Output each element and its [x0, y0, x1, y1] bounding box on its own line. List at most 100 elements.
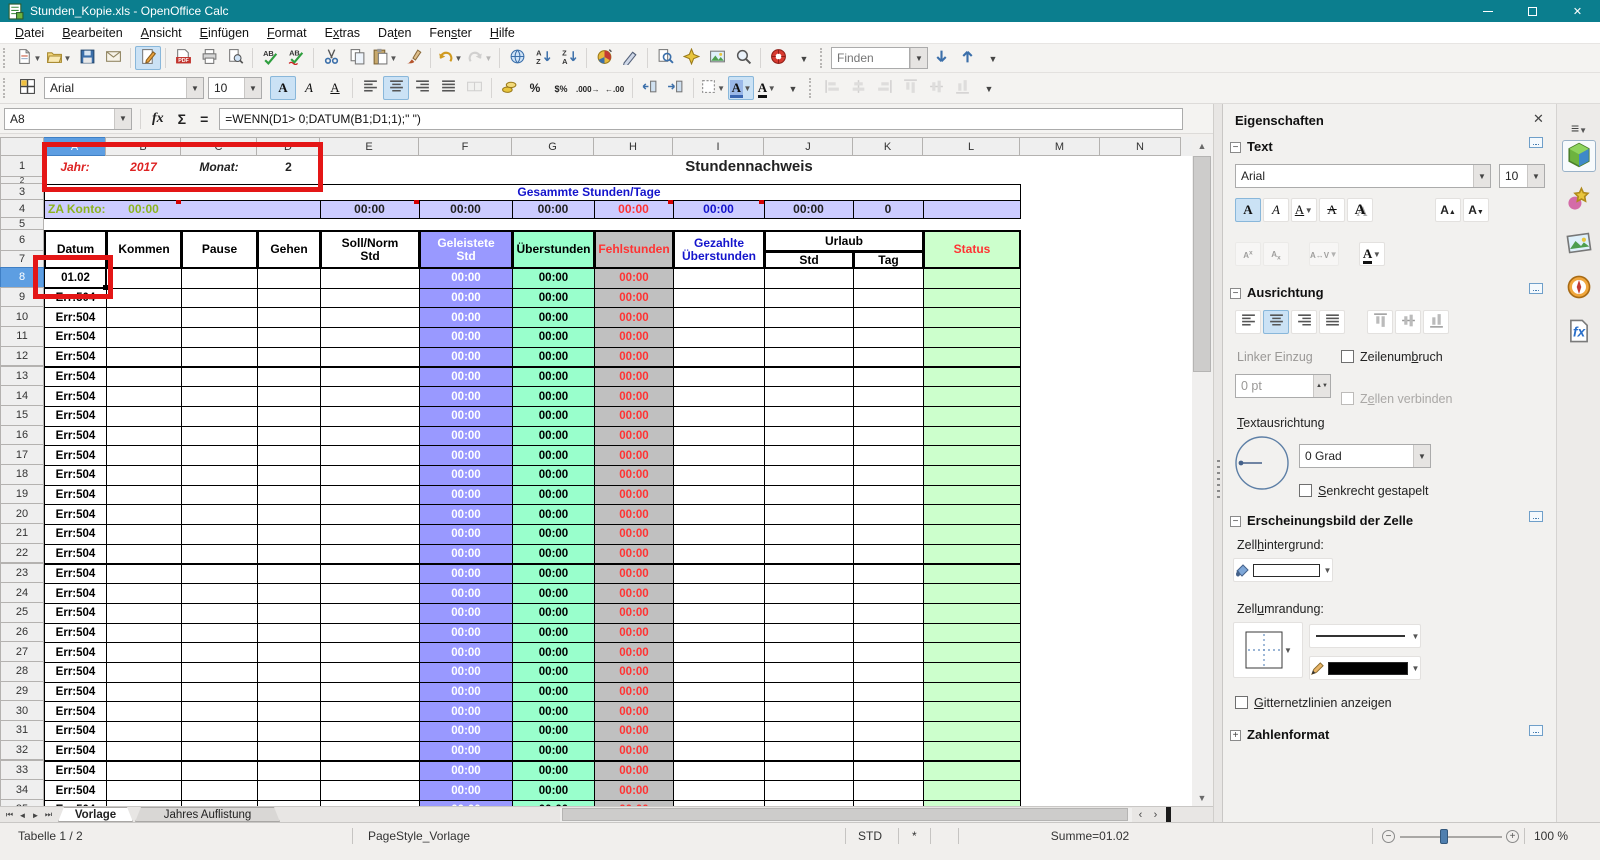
column-header-N[interactable]: N — [1099, 137, 1181, 156]
font-name-combo[interactable]: Arial ▼ — [44, 77, 204, 99]
sheet-cell[interactable] — [106, 760, 182, 782]
cell-G4[interactable]: 00:00 — [512, 200, 594, 218]
sheet-cell[interactable]: 00:00 — [419, 602, 513, 624]
sheet-cell[interactable] — [923, 504, 1021, 526]
sheet-cell[interactable] — [853, 760, 924, 782]
sheet-cell[interactable] — [923, 386, 1021, 407]
sheet-cell[interactable]: 00:00 — [512, 445, 595, 466]
sheet-cell[interactable] — [181, 602, 258, 624]
sheet-cell[interactable] — [764, 445, 854, 466]
sheet-cell[interactable] — [764, 524, 854, 545]
sheet-cell[interactable] — [673, 327, 765, 348]
cell-I4[interactable]: 00:00 — [673, 200, 764, 218]
row-header-30[interactable]: 30 — [0, 700, 44, 722]
align-right-button[interactable] — [1291, 310, 1317, 334]
sheet-cell[interactable]: Err:504 — [44, 760, 107, 782]
email-document-button[interactable] — [100, 46, 126, 70]
sheet-cell[interactable] — [764, 780, 854, 801]
cell-grid[interactable]: Jahr: 2017 Monat: 2 Stundennachweis Gesammte … — [44, 156, 1192, 806]
sheet-cell[interactable] — [923, 740, 1021, 762]
header-geleistete-std[interactable]: Geleistete Std — [419, 230, 513, 269]
sheet-cell[interactable] — [106, 642, 182, 663]
sheet-cell[interactable] — [320, 740, 420, 762]
row-header-23[interactable]: 23 — [0, 562, 44, 584]
function-wizard-icon[interactable]: f​x — [145, 111, 171, 127]
help-button[interactable] — [765, 46, 791, 70]
strikethrough-button[interactable]: A — [1319, 198, 1345, 222]
print-button[interactable] — [196, 46, 222, 70]
sheet-cell[interactable] — [106, 287, 182, 309]
sheet-cell[interactable] — [320, 662, 420, 683]
align-objects-bottom-button[interactable] — [1423, 310, 1449, 334]
save-document-button[interactable] — [74, 46, 100, 70]
formula-input[interactable] — [219, 107, 1183, 130]
sheet-cell[interactable] — [853, 287, 924, 309]
sheet-cell[interactable]: 00:00 — [512, 484, 595, 506]
sheet-cell[interactable] — [764, 563, 854, 585]
sheet-cell[interactable] — [181, 268, 258, 289]
cells-grid-button[interactable] — [14, 76, 40, 100]
add-decimal-button[interactable]: .000→ — [574, 76, 602, 100]
sheet-cell[interactable] — [181, 405, 258, 427]
sheet-cell[interactable] — [923, 287, 1021, 309]
sum-icon[interactable]: Σ — [171, 111, 193, 127]
sheet-cell[interactable] — [106, 425, 182, 447]
sheet-cell[interactable] — [257, 346, 321, 368]
sheet-cell[interactable] — [320, 445, 420, 466]
header-pause[interactable]: Pause — [181, 230, 258, 269]
sheet-cell[interactable] — [181, 662, 258, 683]
cell-za-konto-label[interactable]: ZA Konto: — [48, 200, 108, 218]
column-header-G[interactable]: G — [511, 137, 594, 156]
sheet-cell[interactable] — [320, 504, 420, 526]
sheet-cell[interactable]: 00:00 — [594, 583, 674, 604]
row-header-34[interactable]: 34 — [0, 779, 44, 800]
sheet-cell[interactable] — [181, 386, 258, 407]
sheet-cell[interactable]: 00:00 — [512, 386, 595, 407]
sheet-cell[interactable] — [257, 386, 321, 407]
sheet-cell[interactable] — [106, 701, 182, 723]
cell-background-color-button[interactable]: ▼ — [1233, 558, 1333, 582]
column-header-H[interactable]: H — [593, 137, 673, 156]
insert-mode[interactable]: STD — [858, 829, 882, 843]
zoom-slider-thumb[interactable] — [1440, 829, 1448, 844]
sheet-cell[interactable]: 00:00 — [512, 366, 595, 388]
find-replace-button[interactable] — [652, 46, 678, 70]
rotation-combo[interactable]: 0 Grad ▼ — [1299, 444, 1431, 468]
sheet-cell[interactable] — [673, 543, 765, 565]
section-dialog-icon[interactable] — [1529, 511, 1543, 522]
menu-format[interactable]: Format — [258, 24, 316, 42]
sheet-cell[interactable]: 00:00 — [594, 327, 674, 348]
sheet-cell[interactable]: Err:504 — [44, 425, 107, 447]
sheet-cell[interactable] — [320, 602, 420, 624]
sheet-cell[interactable] — [181, 721, 258, 742]
sheet-cell[interactable] — [923, 346, 1021, 368]
row-header-26[interactable]: 26 — [0, 621, 44, 643]
sheet-cell[interactable] — [257, 701, 321, 723]
sheet-cell[interactable]: 00:00 — [594, 524, 674, 545]
sheet-cell[interactable] — [106, 583, 182, 604]
sheet-cell[interactable]: 00:00 — [512, 681, 595, 703]
sheet-cell[interactable] — [320, 346, 420, 368]
cut-button[interactable] — [318, 46, 344, 70]
sheet-cell[interactable] — [764, 701, 854, 723]
sheet-cell[interactable]: 00:00 — [512, 346, 595, 368]
sheet-cell[interactable] — [673, 681, 765, 703]
zoom-in-icon[interactable]: + — [1506, 830, 1519, 843]
sheet-cell[interactable]: 00:00 — [594, 405, 674, 427]
sheet-cell[interactable] — [181, 740, 258, 762]
row-header-3[interactable]: 3 — [0, 183, 44, 200]
insert-chart-button[interactable] — [591, 46, 617, 70]
sheet-nav-prev-icon[interactable]: ◄ — [16, 808, 29, 822]
sheet-cell[interactable] — [181, 760, 258, 782]
sheet-cell[interactable]: 00:00 — [512, 642, 595, 663]
sheet-cell[interactable] — [764, 366, 854, 388]
sheet-cell[interactable] — [673, 465, 765, 486]
sheet-cell[interactable]: 00:00 — [512, 721, 595, 742]
sheet-cell[interactable] — [320, 681, 420, 703]
sheet-cell[interactable] — [106, 346, 182, 368]
sheet-cell[interactable] — [181, 622, 258, 644]
section-dialog-icon[interactable] — [1529, 283, 1543, 294]
sheet-cell[interactable] — [320, 465, 420, 486]
sheet-cell[interactable] — [181, 563, 258, 585]
sheet-cell[interactable] — [853, 425, 924, 447]
